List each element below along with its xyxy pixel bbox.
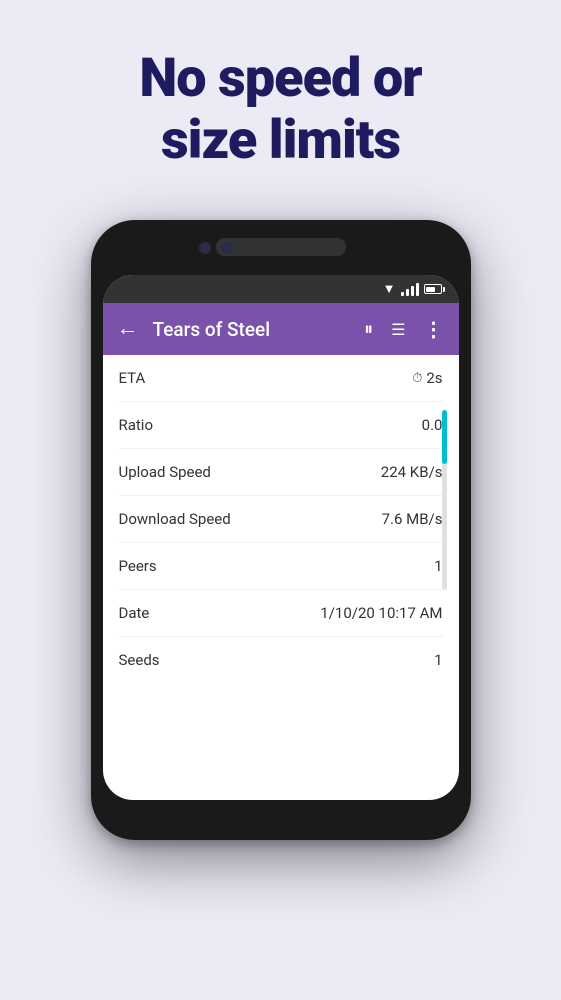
signal-bar-4 xyxy=(416,283,419,296)
row-label: Date xyxy=(119,604,150,622)
row-label: Upload Speed xyxy=(119,463,211,481)
row-label: Seeds xyxy=(119,651,160,669)
signal-bar-1 xyxy=(401,292,404,296)
row-value-text: 2s xyxy=(426,369,442,387)
row-value: 224 KB/s xyxy=(381,463,443,481)
row-label: ETA xyxy=(119,369,146,387)
phone-screen: ▼ xyxy=(103,275,459,800)
phone-mockup: ▼ xyxy=(91,220,471,840)
list-row: Date 1/10/20 10:17 AM xyxy=(119,590,443,637)
battery-body xyxy=(424,284,442,294)
back-button[interactable]: ← xyxy=(117,318,139,340)
row-label: Ratio xyxy=(119,416,154,434)
list-row: Ratio 0.0 xyxy=(119,402,443,449)
row-label: Peers xyxy=(119,557,157,575)
battery-fill xyxy=(426,287,435,292)
list-row: Download Speed 7.6 MB/s xyxy=(119,496,443,543)
content-list: ETA ⏱ 2s Ratio 0.0 Upload Speed 224 KB/s Downlo… xyxy=(103,355,459,683)
signal-bars xyxy=(401,282,419,296)
camera-dot-left xyxy=(199,242,211,254)
battery-tip xyxy=(443,287,445,292)
row-value: 1/10/20 10:17 AM xyxy=(320,604,442,622)
list-row: ETA ⏱ 2s xyxy=(119,355,443,402)
list-row: Seeds 1 xyxy=(119,637,443,683)
progress-bar-fill xyxy=(442,410,447,464)
row-label: Download Speed xyxy=(119,510,231,528)
app-bar: ← Tears of Steel ⏸ ☰ ⋮ xyxy=(103,303,459,355)
status-icons: ▼ xyxy=(383,281,445,297)
headline-text: No speed or size limits xyxy=(139,48,421,172)
row-value: ⏱ 2s xyxy=(412,369,442,387)
row-value: 0.0 xyxy=(422,416,443,434)
app-bar-actions: ⏸ ☰ ⋮ xyxy=(364,317,444,341)
progress-bar xyxy=(442,410,447,590)
row-value: 7.6 MB/s xyxy=(382,510,443,528)
list-row: Peers1 xyxy=(119,543,443,590)
list-row: Upload Speed 224 KB/s xyxy=(119,449,443,496)
row-value-text: 1/10/20 10:17 AM xyxy=(320,604,442,622)
signal-bar-2 xyxy=(406,289,409,296)
signal-bar-3 xyxy=(411,286,414,296)
clock-icon: ⏱ xyxy=(412,371,422,386)
wifi-icon: ▼ xyxy=(383,281,396,297)
pause-button[interactable]: ⏸ xyxy=(364,319,373,340)
camera-dot-right xyxy=(221,242,233,254)
app-bar-title: Tears of Steel xyxy=(153,318,351,341)
battery-icon xyxy=(424,284,445,294)
row-value: 1 xyxy=(434,651,442,669)
phone-body: ▼ xyxy=(91,220,471,840)
more-button[interactable]: ⋮ xyxy=(424,317,445,341)
row-value-text: 1 xyxy=(434,651,442,669)
row-value-text: 0.0 xyxy=(422,416,443,434)
row-value-text: 7.6 MB/s xyxy=(382,510,443,528)
list-button[interactable]: ☰ xyxy=(391,320,405,339)
headline: No speed or size limits xyxy=(99,48,461,172)
phone-speaker xyxy=(216,238,346,256)
row-value-text: 224 KB/s xyxy=(381,463,443,481)
status-bar: ▼ xyxy=(103,275,459,303)
